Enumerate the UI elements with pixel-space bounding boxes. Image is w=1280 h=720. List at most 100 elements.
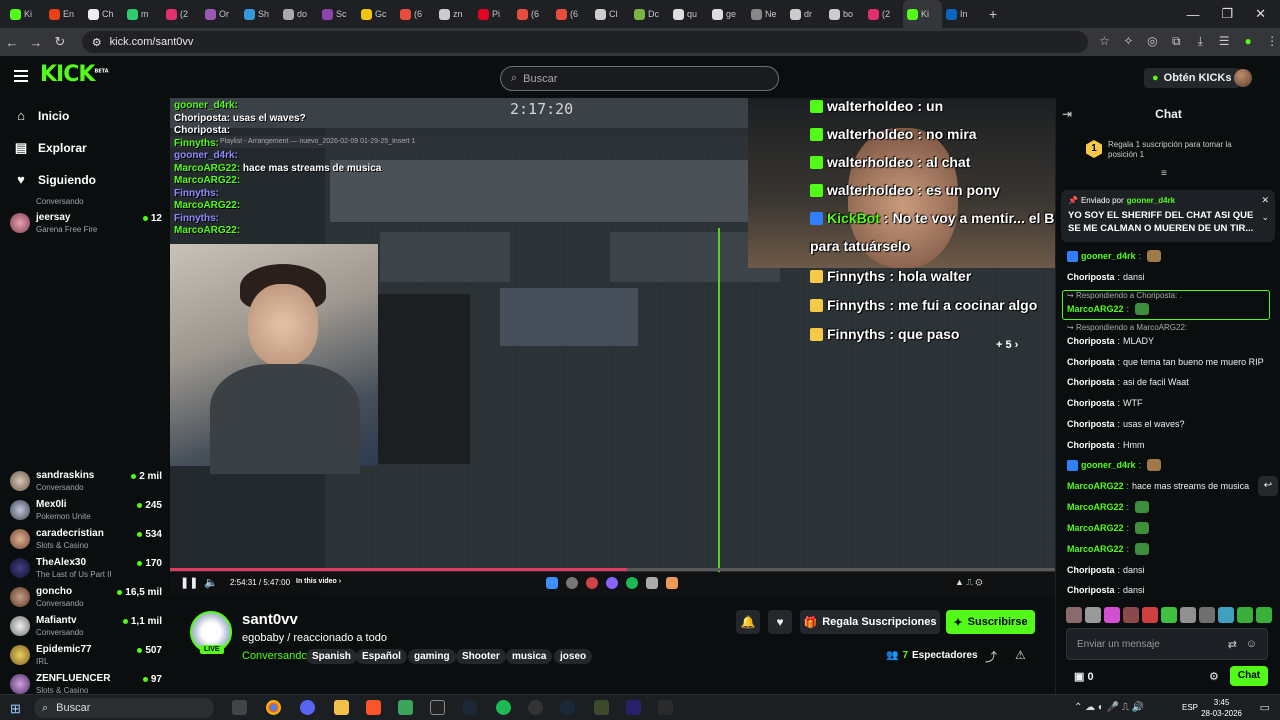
chat-username[interactable]: Choriposta [1067,564,1115,576]
browser-tab[interactable]: m [123,0,162,28]
download-icon[interactable]: ⤓ [1192,34,1208,50]
site-info-icon[interactable]: ⚙ [92,36,102,49]
reply-context[interactable]: ↪ Respondiendo a Choriposta: . [1067,291,1182,300]
browser-tab[interactable]: Cl [591,0,630,28]
steam-icon[interactable] [462,700,477,715]
video-progress-played[interactable] [170,568,627,571]
chat-message[interactable]: Choriposta: que tema tan bueno me muero R… [1067,356,1277,368]
back-icon[interactable]: ← [0,35,24,50]
browser-tab[interactable]: Dc [630,0,669,28]
sidebar-channel[interactable]: Epidemic77 IRL 507 [10,642,162,670]
browser-tab[interactable]: In [942,0,981,28]
chat-message[interactable]: MarcoARG22: [1067,303,1277,315]
epic-games-icon[interactable] [658,700,673,715]
sidebar-channel[interactable]: TheAlex30 The Last of Us Part II 170 [10,555,162,583]
taskbar-search[interactable]: ⌕ Buscar [34,698,214,718]
share-icon[interactable]: ⤴ [985,648,997,665]
gift-subs-button[interactable]: 🎁 Regala Suscripciones [800,610,940,634]
in-this-video-link[interactable]: In this video › [296,578,341,585]
spotify-icon[interactable] [496,700,511,715]
sidebar-channel[interactable]: caradecristian Slots & Casino 534 [10,526,162,554]
chat-message[interactable]: MarcoARG22: [1067,543,1277,555]
emote-icon[interactable] [1218,607,1234,623]
extension-icon[interactable]: ✧ [1120,34,1136,50]
subscribe-button[interactable]: ✦ Suscribirse [946,610,1035,634]
app-icon[interactable] [594,700,609,715]
browser-tab[interactable]: Or [201,0,240,28]
get-kicks-button[interactable]: ● Obtén KICKs [1144,68,1240,88]
browser-tab[interactable]: (6 [396,0,435,28]
chat-username[interactable]: Choriposta [1067,356,1115,368]
chrome-icon[interactable] [266,700,281,715]
chat-message[interactable]: gooner_d4rk: [1067,250,1277,262]
chat-message[interactable]: gooner_d4rk: [1067,459,1277,471]
forward-icon[interactable]: → [24,35,48,50]
chat-username[interactable]: MarcoARG22 [1067,501,1124,513]
chat-message[interactable]: Choriposta: dansi [1067,564,1277,576]
browser-tab[interactable]: (2 [864,0,903,28]
stream-category[interactable]: Conversando [242,650,307,662]
app-icon[interactable] [430,700,445,715]
channel-name[interactable]: sant0vv [242,611,298,628]
emote-icon[interactable] [1085,607,1101,623]
emote-icon[interactable] [1256,607,1272,623]
chat-message[interactable]: Choriposta: dansi [1067,271,1277,283]
unpin-icon[interactable]: ✕ [1261,195,1269,206]
chat-send-button[interactable]: Chat [1230,666,1268,686]
kick-logo[interactable]: KICKBETA [40,62,109,87]
browser-tab[interactable]: Ki [6,0,45,28]
browser-tab[interactable]: (2 [162,0,201,28]
notification-bell-button[interactable]: 🔔 [736,610,760,634]
chat-username[interactable]: MarcoARG22 [1067,522,1124,534]
chat-username[interactable]: Choriposta [1067,418,1115,430]
windows-start-icon[interactable]: ⊞ [10,701,21,717]
sidebar-channel[interactable]: Mex0li Pokemon Unite 245 [10,497,162,525]
steam-icon-2[interactable] [560,700,575,715]
chat-filter-icon[interactable]: ≡ [1161,168,1167,179]
emote-icon[interactable] [1066,607,1082,623]
chat-username[interactable]: MarcoARG22 [1067,303,1124,315]
chat-message[interactable]: MarcoARG22: [1067,501,1277,513]
browser-tab[interactable]: Ch [84,0,123,28]
chat-username[interactable]: Choriposta [1067,439,1115,451]
reload-icon[interactable]: ↻ [48,34,72,50]
sidebar-channel[interactable]: sandraskins Conversando 2 mil [10,468,162,496]
discord-icon[interactable] [300,700,315,715]
file-explorer-icon[interactable] [334,700,349,715]
chat-username[interactable]: Choriposta [1067,271,1115,283]
browser-tab[interactable]: En [45,0,84,28]
chat-username[interactable]: gooner_d4rk [1081,250,1136,262]
browser-tab[interactable]: qu [669,0,708,28]
reply-context[interactable]: ↪ Respondiendo a MarcoARG22: [1067,323,1187,332]
nav-following[interactable]: ♥ Siguiendo [14,172,96,187]
browser-tab[interactable]: Pi [474,0,513,28]
nav-home[interactable]: ⌂ Inicio [14,108,69,123]
extension-icon-2[interactable]: ◎ [1144,34,1160,50]
new-tab-icon[interactable]: + [989,6,997,22]
sidebar-channel[interactable]: Mafiantv Conversando 1,1 mil [10,613,162,641]
reading-list-icon[interactable]: ☰ [1216,34,1232,50]
chat-username[interactable]: MarcoARG22 [1067,480,1124,492]
emote-icon[interactable] [1237,607,1253,623]
task-view-icon[interactable] [232,700,247,715]
bookmark-star-icon[interactable]: ☆ [1096,34,1112,50]
browser-tab[interactable]: (6 [552,0,591,28]
tag[interactable]: Spanish [306,649,357,664]
maximize-icon[interactable]: ❐ [1221,6,1233,22]
hamburger-menu-icon[interactable] [14,70,28,82]
chat-username[interactable]: Choriposta [1067,376,1115,388]
chevron-down-icon[interactable]: ⌄ [1261,212,1269,223]
sidebar-channel[interactable]: goncho Conversando 16,5 mil [10,584,162,612]
emote-icon[interactable] [1104,607,1120,623]
premiere-icon[interactable] [626,700,641,715]
chat-username[interactable]: MarcoARG22 [1067,543,1124,555]
browser-tab[interactable]: Ki [903,0,942,28]
chat-message[interactable]: Choriposta: asi de facil Waat [1067,376,1277,388]
tray-icons[interactable]: ⌃ ☁ ◐ 🎤 ⎍ 🔊 [1074,702,1144,713]
chat-input[interactable]: Enviar un mensaje ⇄ ☺ [1066,628,1268,660]
chat-message[interactable]: MarcoARG22: hace mas streams de musica [1067,480,1277,492]
video-progress-remaining[interactable] [626,568,1055,571]
browser-tab[interactable]: dr [786,0,825,28]
browser-tab[interactable]: Sc [318,0,357,28]
chat-settings-icon[interactable]: ⚙ [1209,670,1219,683]
